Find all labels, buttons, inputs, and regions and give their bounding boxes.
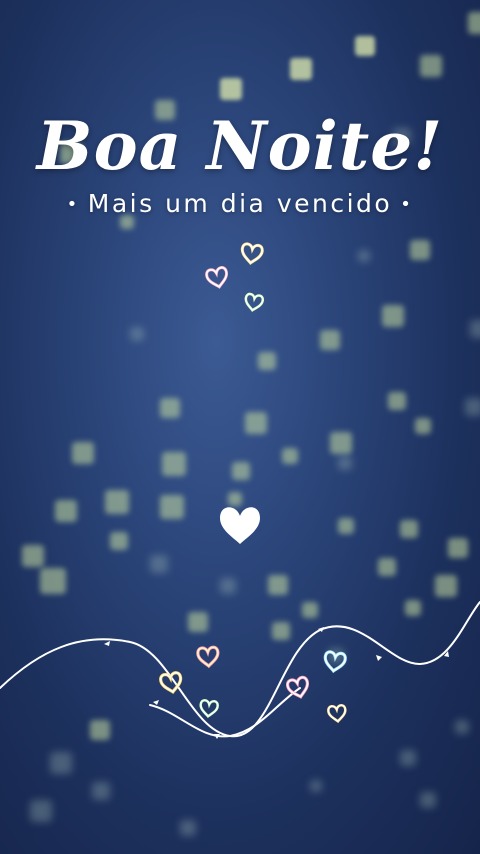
wave-arrow-marks [104,627,449,739]
wave-line [0,601,480,738]
heart-outline-icon [242,292,265,313]
heart-filled-icon [220,507,260,544]
heart-outline-icon [321,649,348,674]
heart-outline-icon [326,703,348,724]
heart-outline-icon [198,698,220,719]
decoration-overlay [0,241,480,739]
heart-outline-icon [204,265,231,291]
heart-outline-icon [239,241,265,266]
heart-outline-icon [195,645,221,669]
